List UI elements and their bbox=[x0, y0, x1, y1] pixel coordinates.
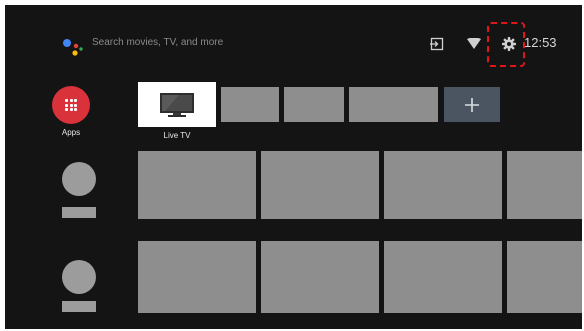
content-card[interactable] bbox=[138, 151, 256, 219]
content-card[interactable] bbox=[384, 151, 502, 219]
content-card[interactable] bbox=[507, 151, 582, 219]
google-assistant-icon[interactable] bbox=[62, 37, 86, 61]
apps-label: Apps bbox=[61, 128, 81, 137]
channel-name-placeholder bbox=[62, 301, 96, 312]
content-card[interactable] bbox=[261, 241, 379, 313]
apps-grid-icon bbox=[65, 99, 77, 111]
tv-home-screen: Search movies, TV, and more 12:53 Apps L… bbox=[5, 5, 582, 329]
clock: 12:53 bbox=[524, 35, 557, 50]
apps-button[interactable] bbox=[52, 86, 90, 124]
favorite-app-tile[interactable] bbox=[382, 87, 438, 122]
live-tv-card[interactable] bbox=[138, 82, 216, 127]
settings-highlight-box bbox=[487, 22, 525, 67]
favorite-app-tile[interactable] bbox=[284, 87, 344, 122]
content-card[interactable] bbox=[507, 241, 582, 313]
input-source-icon[interactable] bbox=[430, 37, 444, 51]
live-tv-label: Live TV bbox=[163, 131, 191, 140]
tv-icon bbox=[160, 92, 194, 117]
favorite-app-tile[interactable] bbox=[221, 87, 279, 122]
channel-logo[interactable] bbox=[62, 260, 96, 294]
channel-name-placeholder bbox=[62, 207, 96, 218]
wifi-icon[interactable] bbox=[467, 38, 481, 50]
content-card[interactable] bbox=[138, 241, 256, 313]
content-card[interactable] bbox=[261, 151, 379, 219]
search-bar[interactable]: Search movies, TV, and more bbox=[92, 37, 223, 49]
plus-icon bbox=[465, 97, 479, 112]
channel-logo[interactable] bbox=[62, 162, 96, 196]
content-card[interactable] bbox=[384, 241, 502, 313]
add-favorite-button[interactable] bbox=[444, 87, 500, 122]
